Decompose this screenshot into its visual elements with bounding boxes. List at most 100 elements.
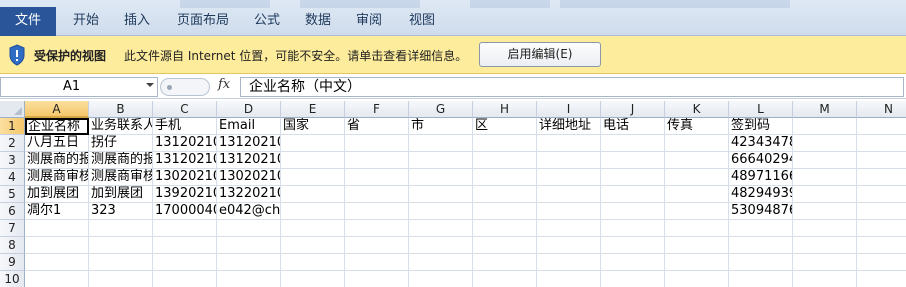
row-header-1[interactable]: 1 [0,118,25,135]
tab-formulas[interactable]: 公式 [254,7,280,36]
cell-k4[interactable] [665,169,729,186]
cell-b7[interactable] [89,220,153,237]
cell-l4[interactable]: 489711668248 [729,169,793,186]
cell-d9[interactable] [217,254,281,271]
cell-m7[interactable] [793,220,857,237]
cell-i8[interactable] [537,237,601,254]
cell-c2[interactable]: 13120210856 [153,135,217,152]
cell-d3[interactable]: 13120210856 [217,152,281,169]
cell-f9[interactable] [345,254,409,271]
cell-l3[interactable]: 666402946213 [729,152,793,169]
cell-l8[interactable] [729,237,793,254]
row-header-6[interactable]: 6 [0,203,25,220]
cell-g7[interactable] [409,220,473,237]
cell-k3[interactable] [665,152,729,169]
cell-j8[interactable] [601,237,665,254]
cell-m4[interactable] [793,169,857,186]
column-header-k[interactable]: K [665,101,729,118]
column-header-j[interactable]: J [601,101,665,118]
cell-a3[interactable]: 测展商的报名 [25,152,89,169]
cell-i4[interactable] [537,169,601,186]
cell-m9[interactable] [793,254,857,271]
name-box[interactable]: A1 [0,77,158,97]
column-header-l[interactable]: L [729,101,793,118]
row-header-8[interactable]: 8 [0,237,25,254]
cell-e10[interactable] [281,271,345,287]
cell-k2[interactable] [665,135,729,152]
row-header-2[interactable]: 2 [0,135,25,152]
cell-l2[interactable]: 423434781194 [729,135,793,152]
cell-i3[interactable] [537,152,601,169]
chevron-down-icon[interactable] [146,83,154,87]
tab-file[interactable]: 文件 [0,7,56,36]
cell-d8[interactable] [217,237,281,254]
cell-a4[interactable]: 测展商审核 [25,169,89,186]
cell-n8[interactable] [857,237,906,254]
row-header-3[interactable]: 3 [0,152,25,169]
cell-a8[interactable] [25,237,89,254]
cell-m5[interactable] [793,186,857,203]
cell-g1[interactable]: 市 [409,118,473,135]
cell-b2[interactable]: 拐仔 [89,135,153,152]
cell-k5[interactable] [665,186,729,203]
cell-n1[interactable] [857,118,906,135]
cell-i2[interactable] [537,135,601,152]
cell-c8[interactable] [153,237,217,254]
cell-g2[interactable] [409,135,473,152]
cell-k6[interactable] [665,203,729,220]
cell-a6[interactable]: 凋尔1 [25,203,89,220]
cell-h7[interactable] [473,220,537,237]
row-header-9[interactable]: 9 [0,254,25,271]
cell-b5[interactable]: 加到展团 [89,186,153,203]
row-header-5[interactable]: 5 [0,186,25,203]
select-all-button[interactable] [0,101,25,118]
cell-i9[interactable] [537,254,601,271]
tab-review[interactable]: 审阅 [356,7,382,36]
cell-e6[interactable] [281,203,345,220]
cell-h2[interactable] [473,135,537,152]
cell-d6[interactable]: e042@chacuo [217,203,281,220]
column-header-g[interactable]: G [409,101,473,118]
cell-k1[interactable]: 传真 [665,118,729,135]
cell-l1[interactable]: 签到码 [729,118,793,135]
cell-k7[interactable] [665,220,729,237]
cell-b3[interactable]: 测展商的报名 [89,152,153,169]
cell-j5[interactable] [601,186,665,203]
cell-h10[interactable] [473,271,537,287]
cell-h5[interactable] [473,186,537,203]
cell-j9[interactable] [601,254,665,271]
cell-j2[interactable] [601,135,665,152]
cell-l7[interactable] [729,220,793,237]
enable-editing-button[interactable]: 启用编辑(E) [479,42,601,67]
cell-f2[interactable] [345,135,409,152]
tab-page-layout[interactable]: 页面布局 [177,7,229,36]
cell-c3[interactable]: 13120210856 [153,152,217,169]
cell-j3[interactable] [601,152,665,169]
cell-l9[interactable] [729,254,793,271]
cell-f5[interactable] [345,186,409,203]
cell-j4[interactable] [601,169,665,186]
formula-input[interactable]: 企业名称（中文） [240,77,904,97]
cell-a7[interactable] [25,220,89,237]
cell-l10[interactable] [729,271,793,287]
cell-f7[interactable] [345,220,409,237]
tab-home[interactable]: 开始 [73,7,99,36]
column-header-b[interactable]: B [89,101,153,118]
cell-i1[interactable]: 详细地址 [537,118,601,135]
column-header-h[interactable]: H [473,101,537,118]
cell-c9[interactable] [153,254,217,271]
row-header-10[interactable]: 10 [0,271,25,287]
cell-n5[interactable] [857,186,906,203]
cell-k9[interactable] [665,254,729,271]
cell-d4[interactable]: 13020210856 [217,169,281,186]
cell-i5[interactable] [537,186,601,203]
cell-c5[interactable]: 13920210556 [153,186,217,203]
formula-bar-resize-handle[interactable] [160,78,210,96]
cell-c1[interactable]: 手机 [153,118,217,135]
cell-e5[interactable] [281,186,345,203]
cell-b9[interactable] [89,254,153,271]
column-header-n[interactable]: N [857,101,906,118]
cell-a9[interactable] [25,254,89,271]
column-header-d[interactable]: D [217,101,281,118]
cell-m3[interactable] [793,152,857,169]
